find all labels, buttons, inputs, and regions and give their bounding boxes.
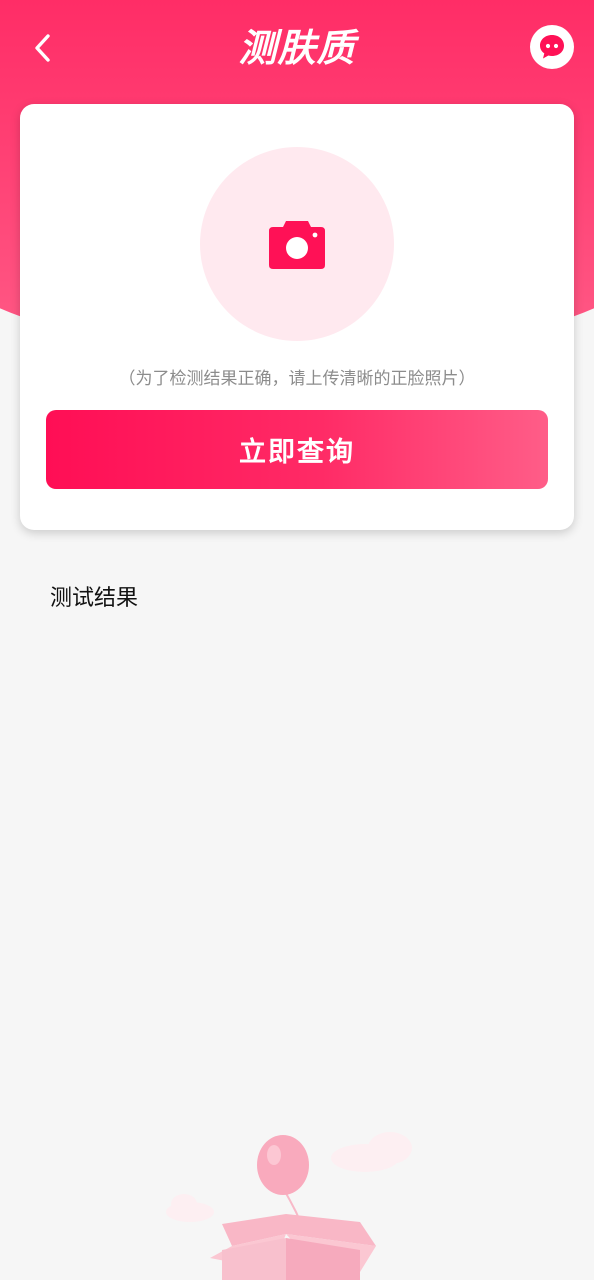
upload-card: （为了检测结果正确，请上传清晰的正脸照片） 立即查询: [20, 104, 574, 530]
page-title: 测肤质: [238, 26, 356, 70]
results-heading: 测试结果: [50, 586, 139, 611]
empty-box-illustration: [166, 1132, 412, 1280]
upload-hint: （为了检测结果正确，请上传清晰的正脸照片）: [118, 369, 476, 389]
skin-test-page: 测肤质 （为了检测结果正确，请上传清晰的正脸照片） 立即查询 测试结果: [0, 0, 594, 1280]
photo-upload-area[interactable]: [200, 147, 394, 341]
chat-bubble-icon: [540, 35, 564, 59]
camera-icon: [269, 221, 325, 269]
query-button[interactable]: 立即查询: [46, 410, 548, 489]
chat-button[interactable]: [530, 25, 574, 69]
